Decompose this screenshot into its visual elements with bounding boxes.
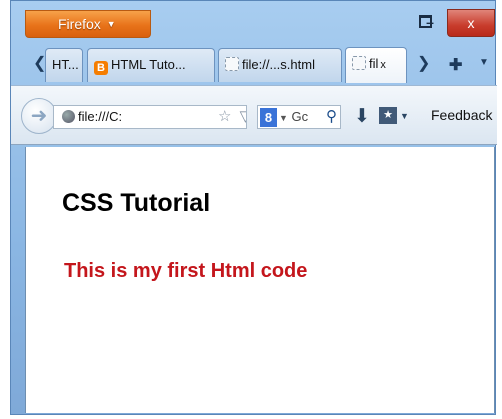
- feedback-button[interactable]: Feedback: [431, 107, 492, 123]
- tab-strip: ❮ HT... B HTML Tuto... file://...s.html f…: [11, 45, 497, 83]
- maximize-icon: [418, 15, 432, 28]
- url-bar[interactable]: file:///C: ☆ ▽ C: [53, 105, 247, 129]
- list-all-tabs-icon[interactable]: ▼: [479, 57, 489, 68]
- globe-icon: [62, 110, 75, 123]
- google-icon[interactable]: 8: [260, 108, 277, 127]
- new-tab-icon[interactable]: ✚: [449, 55, 462, 75]
- tab-label: file://...s.html: [242, 57, 315, 72]
- search-bar[interactable]: 8 ▼ Gc ⚲: [257, 105, 341, 129]
- scroll-tabs-right-icon[interactable]: ❯: [417, 53, 430, 73]
- page-paragraph: This is my first Html code: [64, 260, 308, 282]
- close-window-button[interactable]: x: [447, 9, 495, 37]
- tab-active-file[interactable]: fil x: [345, 47, 407, 83]
- chevron-down-icon[interactable]: ▼: [279, 113, 288, 123]
- page-title: CSS Tutorial: [62, 189, 211, 217]
- tab-label: HT...: [52, 57, 79, 72]
- url-tools[interactable]: ☆ ▽ C: [218, 106, 246, 128]
- page-icon: [225, 57, 239, 71]
- back-arrow-icon: ➜: [30, 105, 48, 127]
- firefox-menu-label: Firefox: [58, 16, 101, 32]
- tab-label: fil: [369, 56, 379, 71]
- search-icon[interactable]: ⚲: [326, 106, 337, 128]
- page-icon: [352, 56, 366, 70]
- url-text: file:///C:: [78, 109, 123, 124]
- blogger-icon: B: [94, 61, 108, 75]
- close-icon: x: [467, 15, 475, 31]
- tab-html-tutorial[interactable]: B HTML Tuto...: [87, 48, 215, 82]
- search-input[interactable]: Gc: [292, 109, 309, 124]
- back-button[interactable]: ➜: [21, 98, 57, 134]
- firefox-menu-button[interactable]: Firefox ▼: [25, 10, 151, 38]
- chevron-down-icon[interactable]: ▼: [400, 111, 409, 121]
- bookmarks-icon[interactable]: ★: [379, 107, 397, 124]
- maximize-button[interactable]: [413, 9, 437, 37]
- tab-html-1[interactable]: HT...: [45, 48, 83, 82]
- tab-file-html[interactable]: file://...s.html: [218, 48, 342, 82]
- browser-window: Firefox ▼ – x ❮ HT... B HTML Tuto... file:…: [10, 0, 497, 415]
- navigation-toolbar: ➜ file:///C: ☆ ▽ C 8▼ Gc ⚲ ⬇ ★ ▼ Feedbac…: [11, 85, 497, 145]
- chevron-down-icon: ▼: [106, 19, 116, 29]
- tab-label: HTML Tuto...: [111, 57, 186, 72]
- page-content: CSS Tutorial This is my first Html code: [25, 147, 495, 413]
- close-tab-icon[interactable]: x: [380, 59, 386, 71]
- download-icon[interactable]: ⬇: [354, 105, 370, 128]
